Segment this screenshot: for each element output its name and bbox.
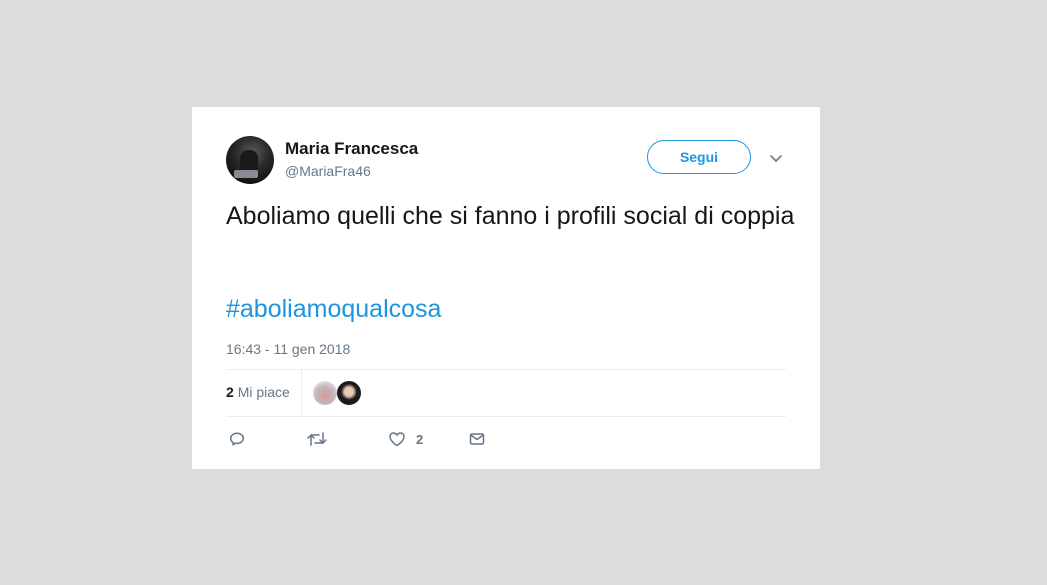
hashtag-link[interactable]: #aboliamoqualcosa <box>226 293 441 325</box>
tweet-card: Maria Francesca @MariaFra46 Segui Abolia… <box>192 107 820 469</box>
avatar[interactable] <box>226 136 274 184</box>
likes-count[interactable]: 2 Mi piace <box>226 384 290 400</box>
display-name[interactable]: Maria Francesca <box>285 139 418 159</box>
retweet-icon <box>306 430 328 448</box>
likes-separator <box>301 370 302 416</box>
tweet-timestamp[interactable]: 16:43 - 11 gen 2018 <box>226 341 350 357</box>
tweet-text: Aboliamo quelli che si fanno i profili s… <box>226 202 795 230</box>
heart-icon <box>388 430 406 448</box>
likes-label: Mi piace <box>237 384 290 400</box>
like-button[interactable]: 2 <box>388 429 423 449</box>
likes-number: 2 <box>226 384 234 400</box>
liker-avatar[interactable] <box>337 381 361 405</box>
user-handle[interactable]: @MariaFra46 <box>285 163 371 179</box>
chevron-down-icon[interactable] <box>769 151 783 162</box>
message-button[interactable] <box>468 429 486 449</box>
reply-button[interactable] <box>228 429 246 449</box>
reply-icon <box>228 430 246 448</box>
envelope-icon <box>468 430 486 448</box>
follow-button[interactable]: Segui <box>647 140 751 174</box>
like-count: 2 <box>416 431 424 447</box>
likes-row: 2 Mi piace <box>226 370 786 416</box>
retweet-button[interactable] <box>306 429 328 449</box>
divider <box>226 416 786 417</box>
liker-avatar[interactable] <box>313 381 337 405</box>
avatar-detail <box>234 170 258 178</box>
